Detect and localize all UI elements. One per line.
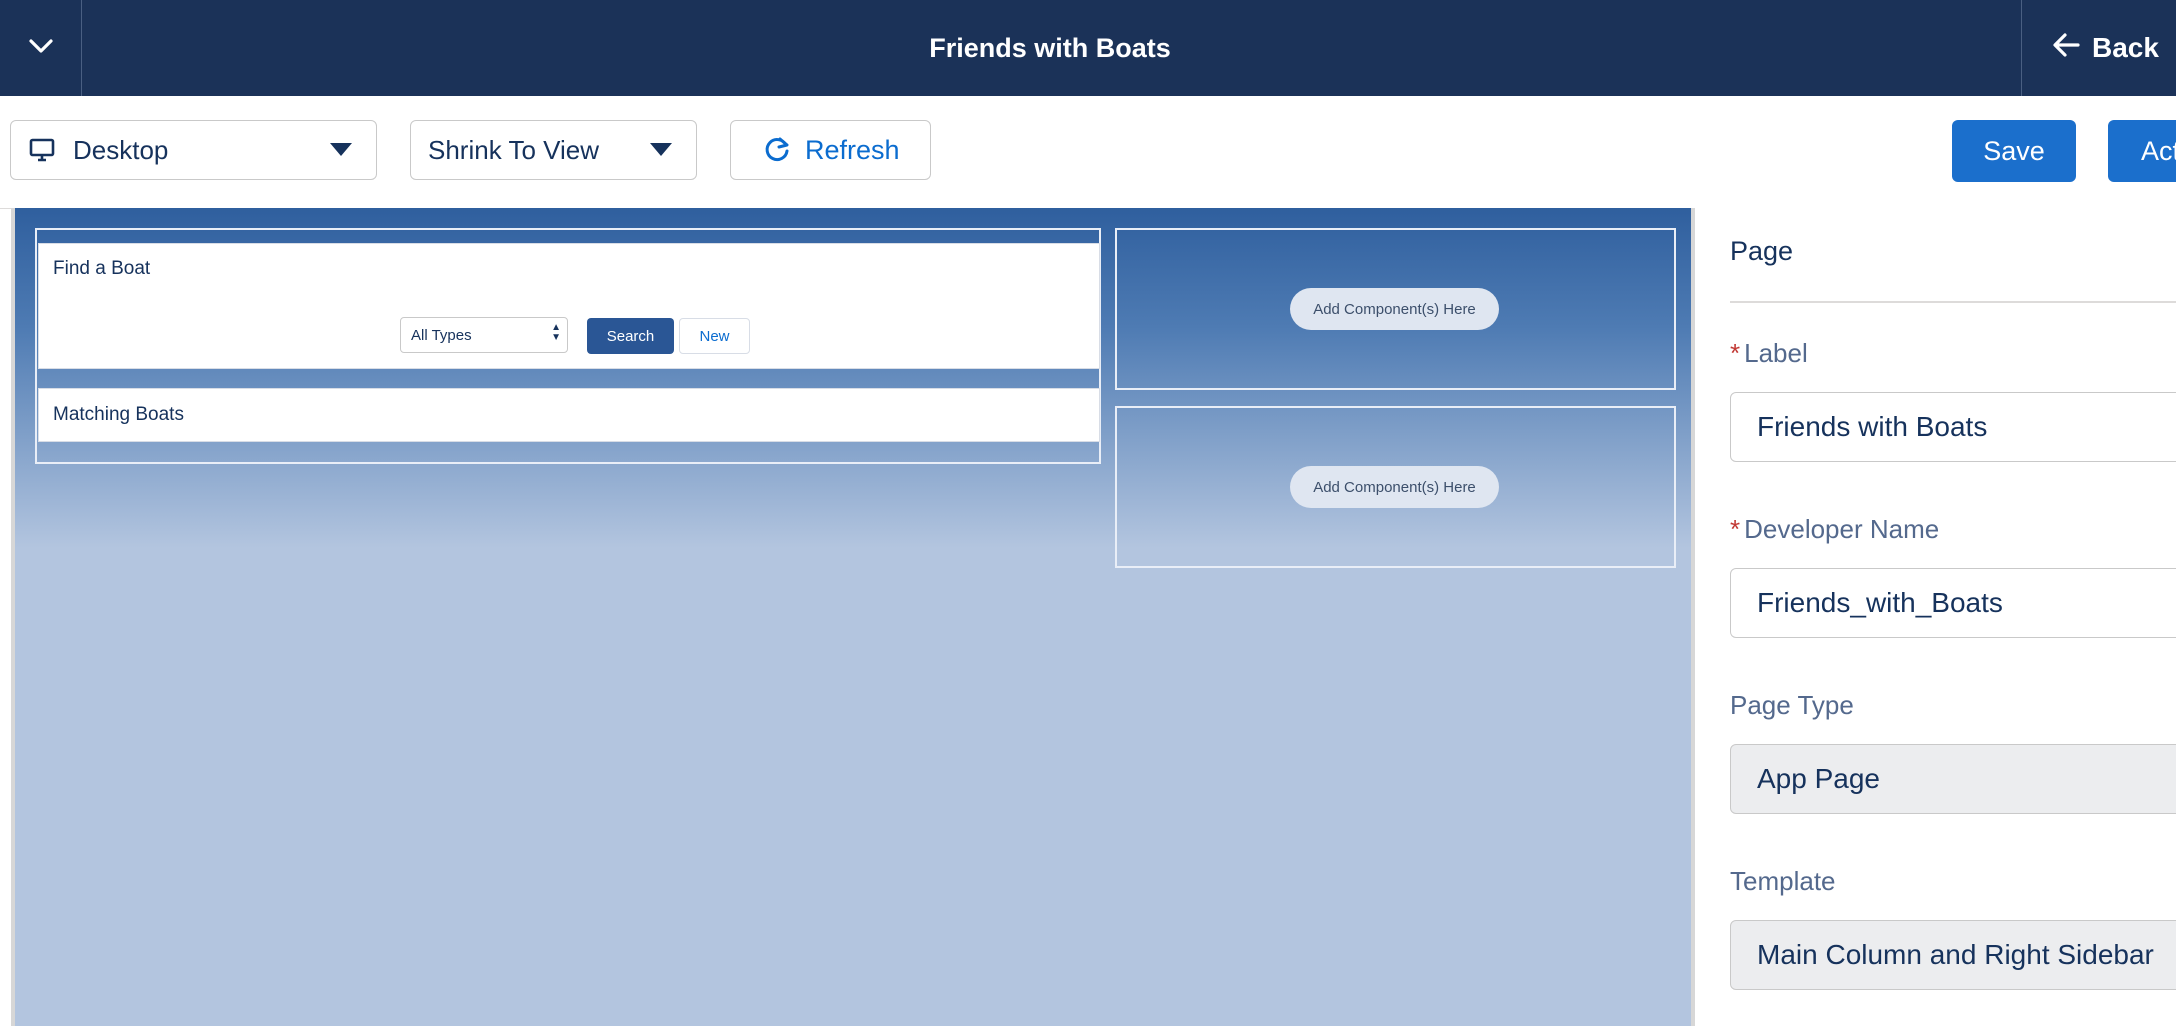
developer-name-label-text: Developer Name: [1744, 514, 1940, 544]
device-select-value: Desktop: [73, 134, 169, 165]
app-header: Friends with Boats Back: [0, 0, 2176, 96]
zoom-select-value: Shrink To View: [428, 134, 600, 165]
page-type-field-label: Page Type: [1730, 690, 1854, 720]
back-label: Back: [2092, 32, 2159, 63]
label-field-label-text: Label: [1744, 338, 1808, 368]
search-button[interactable]: Search: [587, 318, 674, 354]
new-button[interactable]: New: [679, 318, 750, 354]
back-button[interactable]: Back: [2021, 0, 2176, 96]
label-field-label: * Label: [1730, 338, 1808, 369]
label-input[interactable]: Friends with Boats: [1730, 392, 2176, 462]
matching-boats-title: Matching Boats: [53, 404, 184, 425]
sort-arrows-icon: ▲ ▼: [551, 322, 561, 343]
boat-type-select[interactable]: All Types ▲ ▼: [400, 317, 568, 353]
zoom-select[interactable]: Shrink To View: [410, 120, 697, 180]
template-value: Main Column and Right Sidebar: [1730, 920, 2176, 990]
add-component-bottom-pill[interactable]: Add Component(s) Here: [1290, 466, 1499, 508]
find-a-boat-title: Find a Boat: [53, 258, 151, 279]
properties-panel: Page * Label Friends with Boats * Develope…: [1695, 208, 2176, 1026]
device-select[interactable]: Desktop: [10, 120, 377, 180]
refresh-button[interactable]: Refresh: [730, 120, 931, 180]
refresh-icon: [763, 136, 791, 164]
save-button[interactable]: Save: [1952, 120, 2076, 182]
caret-down-icon: [330, 143, 352, 156]
arrow-left-icon: [2052, 32, 2080, 65]
caret-down-icon: [650, 143, 672, 156]
builder-toolbar: Desktop Shrink To View Refresh Save Act: [0, 96, 2176, 209]
page-type-value: App Page: [1730, 744, 2176, 814]
page-title: Friends with Boats: [929, 32, 1171, 63]
add-component-top-pill[interactable]: Add Component(s) Here: [1290, 288, 1499, 330]
activation-button[interactable]: Act: [2108, 120, 2176, 182]
required-asterisk: *: [1730, 338, 1741, 368]
page-canvas: Find a Boat Matching Boats: [11, 208, 1695, 1026]
boat-type-select-value: All Types: [411, 326, 472, 344]
developer-name-input[interactable]: Friends_with_Boats: [1730, 568, 2176, 638]
template-field-label: Template: [1730, 866, 1836, 896]
desktop-icon: [29, 138, 55, 162]
panel-heading: Page: [1730, 236, 1794, 266]
find-a-boat-card[interactable]: [38, 243, 1100, 369]
matching-boats-card[interactable]: [38, 388, 1100, 442]
developer-name-field-label: * Developer Name: [1730, 514, 1939, 545]
panel-divider: [1730, 301, 2176, 303]
required-asterisk: *: [1730, 514, 1741, 544]
refresh-label: Refresh: [805, 134, 900, 165]
